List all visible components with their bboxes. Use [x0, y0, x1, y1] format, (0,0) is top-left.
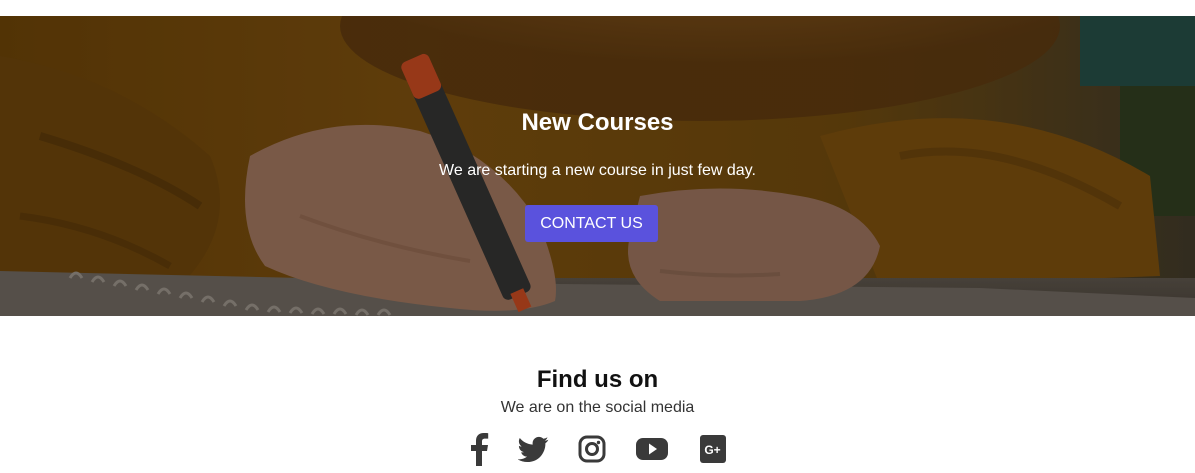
- instagram-link[interactable]: [578, 432, 606, 466]
- svg-text:G+: G+: [704, 443, 720, 457]
- instagram-icon: [578, 435, 606, 463]
- page: New Courses We are starting a new course…: [0, 0, 1195, 473]
- youtube-icon: [636, 438, 668, 460]
- google-plus-icon: G+: [700, 435, 726, 463]
- social-links: G+: [0, 432, 1195, 466]
- youtube-link[interactable]: [635, 432, 669, 466]
- twitter-link[interactable]: [518, 432, 549, 466]
- contact-us-button[interactable]: CONTACT US: [525, 205, 658, 242]
- facebook-icon: [471, 433, 489, 466]
- hero-subtitle: We are starting a new course in just few…: [439, 162, 756, 179]
- google-plus-link[interactable]: G+: [699, 432, 727, 466]
- hero-banner: New Courses We are starting a new course…: [0, 16, 1195, 316]
- twitter-icon: [518, 436, 549, 463]
- hero-title: New Courses: [521, 109, 674, 136]
- find-us-subtitle: We are on the social media: [500, 399, 695, 416]
- find-us-section: Find us on We are on the social media G+: [0, 316, 1195, 473]
- find-us-title: Find us on: [536, 366, 659, 393]
- facebook-link[interactable]: [469, 432, 489, 466]
- hero-content: New Courses We are starting a new course…: [0, 16, 1195, 316]
